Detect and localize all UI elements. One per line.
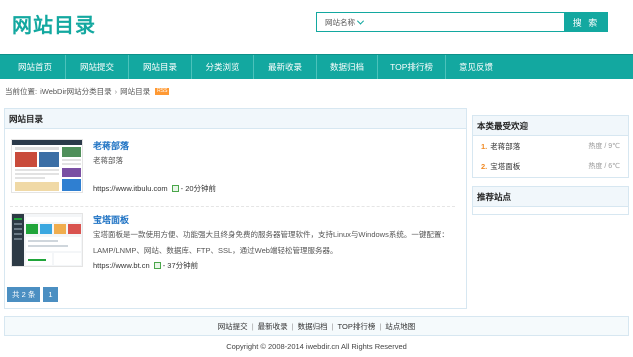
main-nav: 网站首页 网站提交 网站目录 分类浏览 最新收录 数据归档 TOP排行榜 意见反… [0, 54, 633, 79]
external-link-icon[interactable] [171, 185, 179, 192]
site-description: 宝塔面板是一款使用方便、功能强大且终身免费的服务器管理软件，支持Linux与Wi… [93, 230, 449, 255]
site-time: - 20分钟前 [180, 184, 217, 193]
site-list-item: 宝塔面板 宝塔面板是一款使用方便、功能强大且终身免费的服务器管理软件，支持Lin… [10, 213, 460, 273]
site-meta: https://www.itbulu.com - 20分钟前 [93, 183, 216, 194]
site-meta: https://www.bt.cn - 37分钟前 [93, 260, 198, 271]
popular-sites-box: 本类最受欢迎 1. 老蒋部落 热度 / 9℃ 2. 宝塔面板 热度 / 6℃ [472, 115, 629, 178]
nav-item-home[interactable]: 网站首页 [5, 55, 66, 79]
popular-site-rank: 1. [481, 141, 488, 151]
nav-item-categories[interactable]: 分类浏览 [192, 55, 254, 79]
external-link-icon[interactable] [153, 262, 161, 269]
site-logo[interactable]: 网站目录 [12, 9, 96, 38]
breadcrumb-separator: › [114, 87, 118, 96]
site-thumbnail[interactable] [11, 139, 83, 193]
nav-item-archive[interactable]: 数据归档 [317, 55, 378, 79]
site-thumbnail[interactable] [11, 213, 83, 267]
footer-link-latest[interactable]: 最新收录 [254, 321, 292, 332]
site-title-link[interactable]: 宝塔面板 [93, 213, 129, 226]
breadcrumb-home-link[interactable]: iWebDir网站分类目录 [40, 86, 112, 97]
popular-sites-title: 本类最受欢迎 [473, 116, 628, 136]
popular-site-item[interactable]: 1. 老蒋部落 热度 / 9℃ [473, 136, 628, 156]
pagination-page-1[interactable]: 1 [43, 287, 58, 302]
breadcrumb-prefix: 当前位置: [5, 87, 38, 96]
popular-site-name[interactable]: 宝塔面板 [490, 161, 588, 172]
site-url[interactable]: https://www.bt.cn [93, 261, 150, 270]
site-description: 老蒋部落 [93, 156, 123, 165]
footer-link-archive[interactable]: 数据归档 [294, 321, 332, 332]
nav-item-top[interactable]: TOP排行榜 [378, 55, 446, 79]
site-list-item: 老蒋部落 老蒋部落 https://www.itbulu.com - 20分钟前 [10, 139, 460, 199]
popular-site-heat: 热度 / 9℃ [588, 143, 620, 150]
recommended-sites-title: 推荐站点 [473, 187, 628, 207]
rss-badge[interactable]: RSS [155, 88, 170, 95]
nav-item-submit[interactable]: 网站提交 [66, 55, 129, 79]
search-type-select[interactable]: 网站名称 [317, 13, 367, 31]
nav-item-latest[interactable]: 最新收录 [254, 55, 317, 79]
copyright-text: Copyright © 2008-2014 iwebdir.cn All Rig… [226, 342, 407, 351]
site-url[interactable]: https://www.itbulu.com [93, 184, 168, 193]
breadcrumb: 当前位置: iWebDir网站分类目录 › 网站目录 RSS [5, 86, 170, 97]
nav-item-feedback[interactable]: 意见反馈 [446, 55, 506, 79]
search-input[interactable] [367, 13, 564, 31]
nav-item-directory[interactable]: 网站目录 [129, 55, 192, 79]
search-button[interactable]: 搜 索 [564, 12, 608, 32]
breadcrumb-current: 网站目录 [120, 87, 151, 96]
site-time: - 37分钟前 [162, 261, 199, 270]
footer-nav: 网站提交 | 最新收录 | 数据归档 | TOP排行榜 | 站点地图 [4, 316, 629, 336]
panel-title: 网站目录 [5, 109, 466, 129]
popular-site-heat: 热度 / 6℃ [588, 163, 620, 170]
footer-link-sitemap[interactable]: 站点地图 [381, 321, 419, 332]
search-type-label: 网站名称 [325, 17, 355, 27]
footer-link-submit[interactable]: 网站提交 [214, 321, 252, 332]
site-title-link[interactable]: 老蒋部落 [93, 139, 129, 152]
pagination-total: 共 2 条 [7, 287, 41, 302]
popular-site-name[interactable]: 老蒋部落 [490, 141, 588, 152]
list-divider [10, 206, 455, 207]
popular-site-item[interactable]: 2. 宝塔面板 热度 / 6℃ [473, 156, 628, 176]
footer-link-top[interactable]: TOP排行榜 [334, 321, 380, 332]
popular-site-rank: 2. [481, 161, 488, 171]
search-bar: 网站名称 搜 索 [316, 12, 608, 32]
recommended-sites-box: 推荐站点 [472, 186, 629, 215]
pagination: 共 2 条 1 [7, 287, 58, 302]
chevron-down-icon [356, 17, 365, 25]
